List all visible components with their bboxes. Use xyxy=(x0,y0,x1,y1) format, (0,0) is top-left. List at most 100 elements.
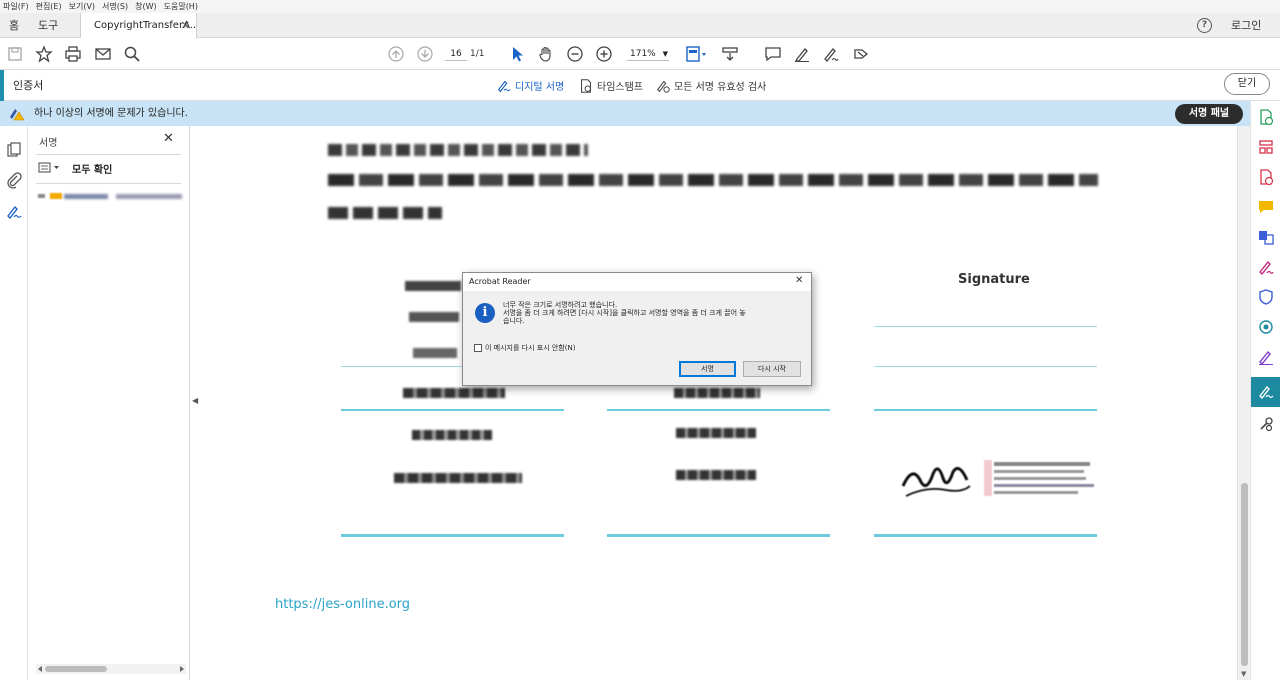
menu-window[interactable]: 창(W) xyxy=(135,1,157,12)
warning-signature-icon xyxy=(10,109,25,121)
select-cursor-icon[interactable] xyxy=(507,44,527,64)
page-number-input[interactable]: 16 xyxy=(445,47,467,61)
close-certificates-button[interactable]: 닫기 xyxy=(1224,73,1270,95)
signature-list-item[interactable] xyxy=(36,192,186,202)
signatures-panel-icon[interactable] xyxy=(5,203,23,221)
tab-home[interactable]: 홈 xyxy=(9,13,19,38)
draw-sign-icon[interactable] xyxy=(821,44,841,64)
journal-url-link[interactable]: https://jes-online.org xyxy=(275,597,410,612)
timestamp-icon xyxy=(581,78,591,93)
combine-files-icon[interactable] xyxy=(1257,228,1275,246)
menu-bar: 파일(F) 편집(E) 보기(V) 서명(S) 창(W) 도움말(H) xyxy=(0,0,1280,13)
table-line xyxy=(341,409,564,411)
login-button[interactable]: 로그인 xyxy=(1231,13,1261,38)
acrobat-alert-dialog: Acrobat Reader ✕ i 너무 작은 크기로 서명하려고 했습니다.… xyxy=(462,272,812,386)
menu-sign[interactable]: 서명(S) xyxy=(102,1,128,12)
redacted-cell xyxy=(412,430,492,440)
checkbox-box[interactable] xyxy=(474,344,482,352)
hand-tool-icon[interactable] xyxy=(536,44,556,64)
restart-button[interactable]: 다시 시작 xyxy=(743,361,801,377)
document-view[interactable]: Signature https://jes-online.org xyxy=(201,126,1237,680)
close-icon[interactable]: ✕ xyxy=(163,131,174,146)
previous-page-icon[interactable] xyxy=(386,44,406,64)
verify-all-button[interactable]: 모두 확인 xyxy=(72,161,112,176)
email-icon[interactable] xyxy=(93,44,113,64)
comment-icon[interactable] xyxy=(763,44,783,64)
more-tools-wrench-icon[interactable] xyxy=(1257,415,1275,433)
export-pdf-icon[interactable] xyxy=(1257,168,1275,186)
info-icon: i xyxy=(475,303,495,323)
tab-bar: 홈 도구 CopyrightTransferA... ✕ ? 로그인 xyxy=(0,13,1280,38)
signatures-side-panel: 서명 ✕ 모두 확인 xyxy=(28,126,190,680)
dialog-close-icon[interactable]: ✕ xyxy=(795,275,803,286)
dont-show-again-checkbox[interactable]: 이 메시지를 다시 표시 안함(N) xyxy=(474,343,575,353)
close-tab-icon[interactable]: ✕ xyxy=(181,13,190,38)
menu-view[interactable]: 보기(V) xyxy=(69,1,95,12)
scrollbar-thumb[interactable] xyxy=(1241,483,1248,666)
create-pdf-icon[interactable] xyxy=(1257,108,1275,126)
scroll-mode-icon[interactable] xyxy=(720,44,740,64)
certificates-tool-active[interactable] xyxy=(1251,377,1280,407)
timestamp-button[interactable]: 타임스탬프 xyxy=(578,70,643,101)
fill-and-sign-icon[interactable] xyxy=(1257,258,1275,276)
signature-image xyxy=(901,460,1094,497)
digital-signature-label: 디지털 서명 xyxy=(515,82,565,93)
zoom-value: 171% xyxy=(630,49,656,59)
print-icon[interactable] xyxy=(63,44,83,64)
menu-file[interactable]: 파일(F) xyxy=(3,1,29,12)
digital-signature-button[interactable]: 디지털 서명 xyxy=(496,70,564,101)
table-line xyxy=(607,534,830,537)
table-line xyxy=(874,326,1097,327)
tab-tools[interactable]: 도구 xyxy=(38,13,58,38)
redacted-cell xyxy=(394,473,522,483)
signature-panel-button[interactable]: 서명 패널 xyxy=(1175,104,1243,124)
tab-document[interactable]: CopyrightTransferA... ✕ xyxy=(80,13,197,38)
dialog-titlebar: Acrobat Reader ✕ xyxy=(463,273,811,291)
table-line xyxy=(874,366,1097,367)
dialog-message-line: 서명을 좀 더 크게 하려면 [다시 시작]을 클릭하고 서명할 영역을 좀 더… xyxy=(503,309,746,317)
redacted-cell xyxy=(676,428,756,438)
fit-page-icon[interactable] xyxy=(684,44,710,64)
dialog-message: 너무 작은 크기로 서명하려고 했습니다. 서명을 좀 더 크게 하려면 [다시… xyxy=(503,301,803,325)
menu-help[interactable]: 도움말(H) xyxy=(164,1,198,12)
redacted-cell xyxy=(403,388,505,398)
menu-edit[interactable]: 편집(E) xyxy=(36,1,62,12)
protect-shield-icon[interactable] xyxy=(1257,288,1275,306)
table-line xyxy=(874,409,1097,411)
redacted-text xyxy=(328,174,1098,186)
zoom-out-icon[interactable] xyxy=(565,44,585,64)
search-icon[interactable] xyxy=(122,44,142,64)
accent-strip xyxy=(0,70,4,101)
dialog-message-line: 너무 작은 크기로 서명하려고 했습니다. xyxy=(503,301,618,309)
sign-button[interactable]: 서명 xyxy=(679,361,736,377)
table-line xyxy=(607,409,830,411)
dialog-title: Acrobat Reader xyxy=(469,277,531,286)
page-thumbnails-icon[interactable] xyxy=(5,141,23,159)
scroll-down-icon[interactable]: ▼ xyxy=(1241,670,1246,678)
zoom-in-icon[interactable] xyxy=(594,44,614,64)
certificate-icon[interactable] xyxy=(1257,318,1275,336)
side-panel-title: 서명 xyxy=(39,138,58,149)
next-page-icon[interactable] xyxy=(415,44,435,64)
horizontal-scrollbar[interactable] xyxy=(36,664,186,674)
options-menu-icon[interactable] xyxy=(38,162,62,174)
dialog-message-line: 습니다. xyxy=(503,317,525,325)
star-icon[interactable] xyxy=(34,44,54,64)
collapse-panel-icon[interactable]: ◀ xyxy=(192,396,198,405)
attachment-icon[interactable] xyxy=(5,171,23,189)
request-signature-icon[interactable] xyxy=(1257,348,1275,366)
redacted-cell xyxy=(409,312,459,322)
zoom-select[interactable]: 171% ▼ xyxy=(627,47,669,61)
signature-warning-bar: 하나 이상의 서명에 문제가 있습니다. 서명 패널 xyxy=(0,101,1250,126)
comment-tool-icon[interactable] xyxy=(1257,198,1275,216)
validate-all-button[interactable]: 모든 서명 유효성 검사 xyxy=(655,70,766,101)
fill-sign-icon[interactable] xyxy=(851,44,871,64)
signature-column-header: Signature xyxy=(958,272,1030,287)
save-icon[interactable] xyxy=(5,44,25,64)
organize-pages-icon[interactable] xyxy=(1257,138,1275,156)
checkbox-label: 이 메시지를 다시 표시 안함(N) xyxy=(485,344,576,352)
highlight-pen-icon[interactable] xyxy=(792,44,812,64)
help-icon[interactable]: ? xyxy=(1197,18,1212,33)
table-line xyxy=(341,534,564,537)
vertical-scrollbar[interactable]: ▼ xyxy=(1237,126,1250,680)
